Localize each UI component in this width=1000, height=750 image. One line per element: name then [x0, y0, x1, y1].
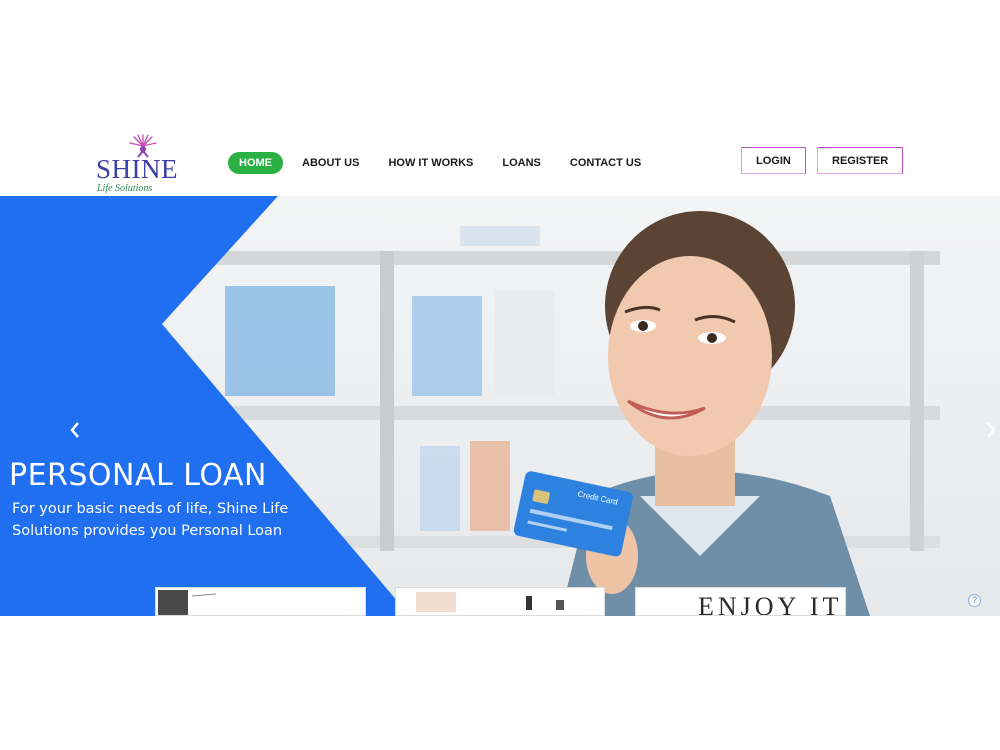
nav-loans[interactable]: LOANS: [502, 152, 541, 174]
help-icon[interactable]: ?: [968, 594, 981, 607]
site-header: SHINE Life Solutions HOME ABOUT US HOW I…: [0, 128, 1000, 196]
chevron-right-icon: [987, 422, 996, 438]
logo-name: SHINE: [96, 154, 178, 184]
shine-logo[interactable]: SHINE Life Solutions: [94, 134, 186, 194]
thumbnail-text: ENJOY IT: [698, 592, 843, 616]
thumbnail-card[interactable]: ENJOY IT: [635, 587, 846, 616]
nav-contact-us[interactable]: CONTACT US: [570, 152, 641, 174]
main-nav: HOME ABOUT US HOW IT WORKS LOANS CONTACT…: [228, 152, 670, 174]
page: SHINE Life Solutions HOME ABOUT US HOW I…: [0, 0, 1000, 750]
slider-prev-arrow[interactable]: [68, 421, 82, 443]
login-button[interactable]: LOGIN: [741, 147, 806, 174]
chevron-left-icon: [70, 422, 79, 438]
hero-title: PERSONAL LOAN: [9, 458, 267, 493]
logo-tagline: Life Solutions: [97, 183, 153, 194]
slider-next-arrow[interactable]: [984, 421, 998, 443]
thumbnail-image: [158, 590, 217, 615]
thumbnail-image: [416, 592, 564, 612]
nav-home[interactable]: HOME: [228, 152, 283, 174]
hero-blue-panel: [0, 196, 410, 616]
thumbnail-card[interactable]: [395, 587, 605, 616]
hero-description: For your basic needs of life, Shine Life…: [12, 501, 289, 539]
thumbnail-card[interactable]: [155, 587, 366, 616]
nav-about-us[interactable]: ABOUT US: [302, 152, 359, 174]
hero-slider: Credit Card PERSONAL LOAN For your basic…: [0, 196, 1000, 616]
register-button[interactable]: REGISTER: [817, 147, 904, 174]
nav-how-it-works[interactable]: HOW IT WORKS: [388, 152, 473, 174]
